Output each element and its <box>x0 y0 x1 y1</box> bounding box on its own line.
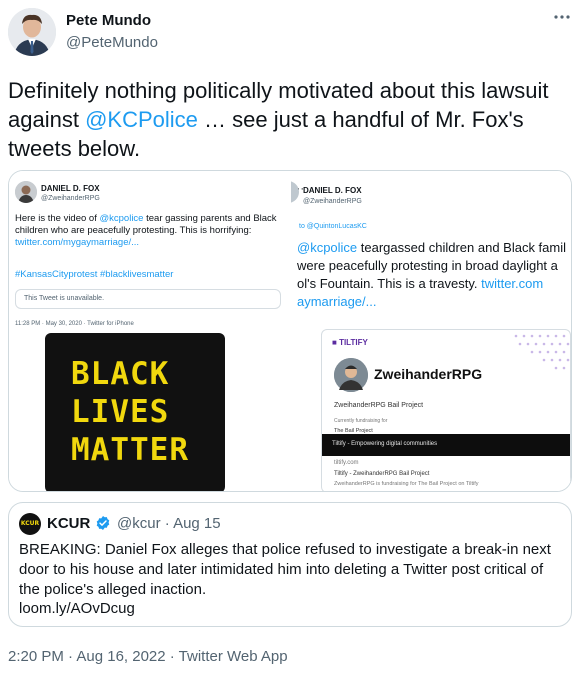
author-name[interactable]: Pete Mundo <box>66 12 151 29</box>
author-avatar[interactable] <box>8 8 56 56</box>
screenshot-link: twitter.com/mygaymarriage/... <box>15 237 140 248</box>
decorative-dots-icon <box>514 334 570 370</box>
quoted-handle-date: @kcur · Aug 15 <box>117 515 221 532</box>
tweet-text: Definitely nothing politically motivated… <box>8 76 578 163</box>
blm-line: LIVES <box>71 394 170 430</box>
quoted-author-name: KCUR <box>47 515 91 532</box>
screenshot-mention: @kcpolice <box>297 240 358 255</box>
tiltify-banner-text: Tiltify - Empowering digital communities <box>332 441 438 447</box>
tiltify-banner: Tiltify - Empowering digital communities <box>322 434 570 456</box>
verified-badge-icon <box>96 516 110 530</box>
screenshot-name: DANIEL D. FOX <box>303 186 362 195</box>
tiltify-card: ■ TILTIFY ZweihanderRPG ZweihanderRPG Ba… <box>321 329 571 491</box>
media-container: DANIEL D. FOX @ZweihanderRPG Here is the… <box>8 170 572 492</box>
screenshot-hashtags: #KansasCityprotest #blacklivesmatter <box>15 269 174 280</box>
screenshot-unavailable-notice: This Tweet is unavailable. <box>15 289 281 309</box>
quoted-avatar: KCUR <box>19 513 41 535</box>
screenshot-reply-to: to @QuintonLucasKC <box>299 223 367 230</box>
screenshot-avatar <box>15 181 37 203</box>
tiltify-desc: ZweihanderRPG is fundraising for The Bai… <box>334 481 479 487</box>
tiltify-domain: tiltify.com <box>334 460 359 466</box>
screenshot-body: Here is the video of @kcpolice tear gass… <box>15 213 285 249</box>
quoted-tweet[interactable]: KCUR KCUR @kcur · Aug 15 BREAKING: Danie… <box>8 502 572 627</box>
screenshot-handle: @ZweihanderRPG <box>41 195 100 202</box>
tiltify-title: ZweihanderRPG <box>374 366 483 382</box>
screenshot-name: DANIEL D. FOX <box>41 184 100 193</box>
screenshot-body-part: teargassed children and Black famil <box>357 240 567 255</box>
screenshot-link: aymarriage/... <box>297 294 377 309</box>
screenshot-body-line: @kcpolice teargassed children and Black … <box>297 239 566 257</box>
blm-line: MATTER <box>71 432 189 468</box>
screenshot-handle: @ZweihanderRPG <box>303 198 362 205</box>
tiltify-fund-label: Currently fundraising for <box>334 418 388 424</box>
mention-link[interactable]: @KCPolice <box>85 107 198 132</box>
blm-text: BLACK LIVES MATTER <box>71 355 189 469</box>
blm-image: BLACK LIVES MATTER <box>45 333 225 491</box>
screenshot-body-line: ol's Fountain. This is a travesty. twitt… <box>297 275 543 293</box>
tiltify-avatar <box>334 358 368 392</box>
author-handle[interactable]: @PeteMundo <box>66 34 158 51</box>
screenshot-mention: @kcpolice <box>99 213 144 224</box>
screenshot-meta: 11:28 PM · May 30, 2020 · Twitter for iP… <box>15 321 134 327</box>
tiltify-desc-title: Tiltify - ZweihanderRPG Bail Project <box>334 471 430 477</box>
tiltify-subtitle: ZweihanderRPG Bail Project <box>334 402 424 409</box>
media-image-right[interactable]: ··· DANIEL D. FOX @ZweihanderRPG to @Qui… <box>291 171 571 491</box>
screenshot-link: twitter.com <box>481 276 544 291</box>
tiltify-brand-text: TILTIFY <box>339 338 368 347</box>
more-options-icon[interactable] <box>549 8 575 34</box>
tiltify-logo: ■ TILTIFY <box>332 338 368 347</box>
screenshot-body-part: Here is the video of <box>15 213 100 224</box>
screenshot-body-line: were peacefully protesting in broad dayl… <box>297 258 558 273</box>
tweet: Pete Mundo @PeteMundo Definitely nothing… <box>0 0 586 679</box>
blm-line: BLACK <box>71 356 170 392</box>
tweet-timestamp[interactable]: 2:20 PM · Aug 16, 2022 · Twitter Web App <box>8 648 288 665</box>
media-image-left[interactable]: DANIEL D. FOX @ZweihanderRPG Here is the… <box>9 171 289 491</box>
quoted-link[interactable]: loom.ly/AOvDcug <box>19 600 135 617</box>
screenshot-body-part: ol's Fountain. This is a travesty. <box>297 276 482 291</box>
quoted-text: BREAKING: Daniel Fox alleges that police… <box>19 541 551 598</box>
